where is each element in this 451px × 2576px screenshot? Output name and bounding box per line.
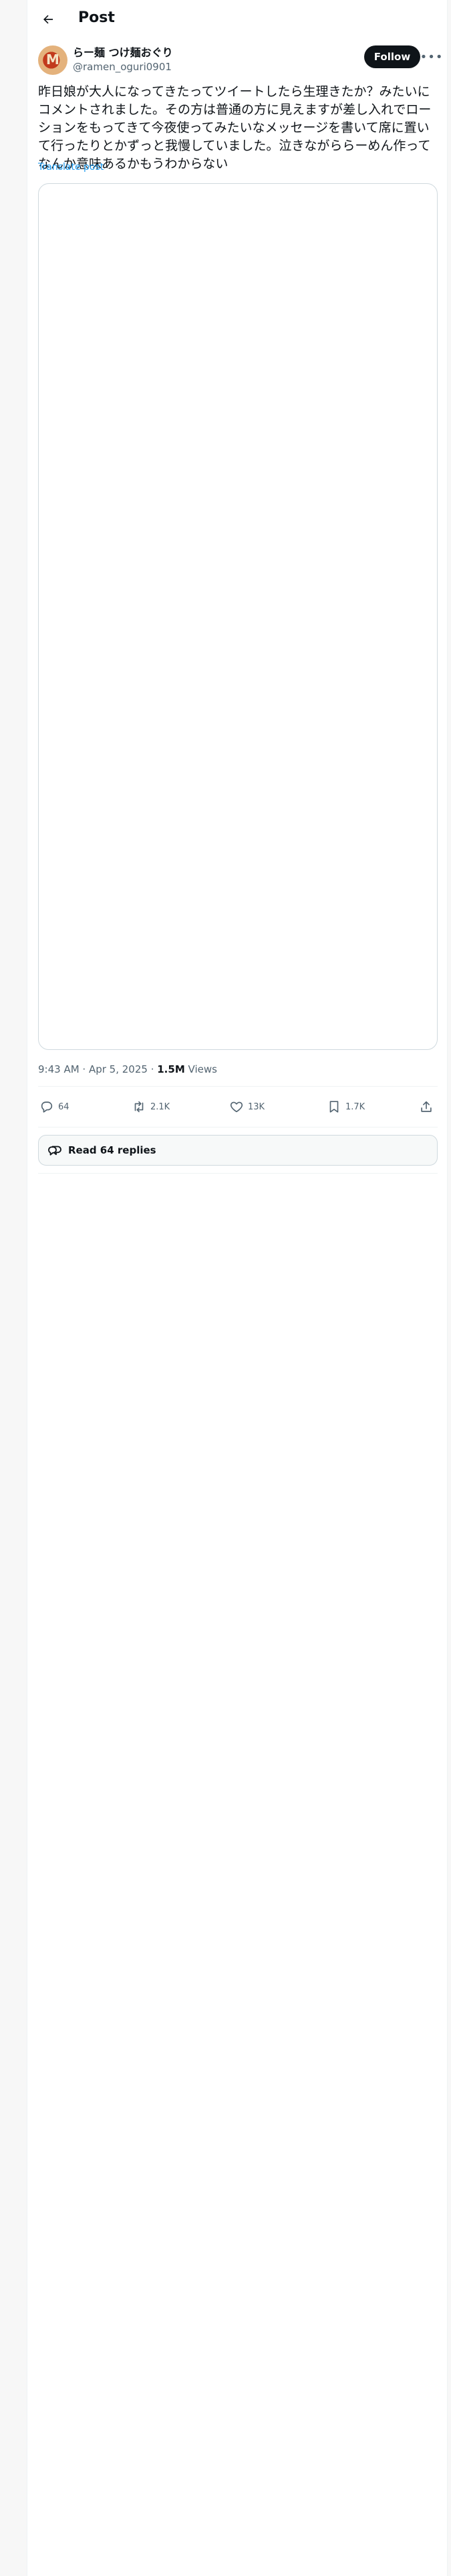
divider	[38, 1173, 438, 1174]
heart-icon	[230, 1101, 243, 1113]
page-title: Post	[78, 9, 115, 26]
action-bar: 64 2.1K 13K 1.7K	[38, 1095, 438, 1119]
replies-bubble-icon	[48, 1146, 61, 1156]
bookmark-icon	[329, 1101, 339, 1113]
translate-post-link[interactable]: Translate post	[38, 162, 104, 173]
repost-count: 2.1K	[150, 1101, 170, 1112]
avatar-mark: M	[46, 51, 59, 68]
like-count: 13K	[248, 1101, 265, 1112]
back-button[interactable]	[37, 8, 59, 31]
views-count: 1.5M	[157, 1063, 185, 1075]
reply-icon	[41, 1101, 53, 1113]
post-media[interactable]	[38, 183, 438, 1050]
share-icon	[421, 1101, 432, 1112]
read-replies-button[interactable]: Read 64 replies	[38, 1135, 438, 1166]
more-options-button[interactable]: •••	[420, 45, 443, 68]
more-icon: •••	[420, 49, 444, 64]
main-column: Post M らー麺 つけ麺おぐり @ramen_oguri0901 Follo…	[27, 0, 448, 2576]
reply-count: 64	[58, 1101, 69, 1112]
views-label: Views	[184, 1063, 217, 1075]
author-name[interactable]: らー麺 つけ麺おぐり	[73, 46, 173, 60]
author-handle[interactable]: @ramen_oguri0901	[73, 60, 172, 74]
read-replies-label: Read 64 replies	[68, 1144, 156, 1156]
post-meta: 9:43 AM · Apr 5, 2025 · 1.5M Views	[38, 1063, 217, 1076]
share-button[interactable]	[419, 1095, 434, 1119]
repost-button[interactable]: 2.1K	[132, 1095, 170, 1119]
divider	[38, 1086, 438, 1087]
arrow-left-icon	[43, 15, 53, 24]
post-text: 昨日娘が大人になってきたってツイートしたら生理きたか？みたいにコメントされました…	[38, 84, 432, 171]
reply-button[interactable]: 64	[39, 1095, 69, 1119]
divider	[38, 1127, 438, 1128]
follow-button[interactable]: Follow	[364, 45, 420, 68]
bookmark-button[interactable]: 1.7K	[327, 1095, 365, 1119]
post-timestamp[interactable]: 9:43 AM · Apr 5, 2025 ·	[38, 1063, 157, 1075]
like-button[interactable]: 13K	[229, 1095, 265, 1119]
repost-icon	[134, 1101, 144, 1113]
avatar[interactable]: M	[38, 45, 67, 75]
top-bar: Post	[27, 0, 448, 37]
bookmark-count: 1.7K	[345, 1101, 365, 1112]
